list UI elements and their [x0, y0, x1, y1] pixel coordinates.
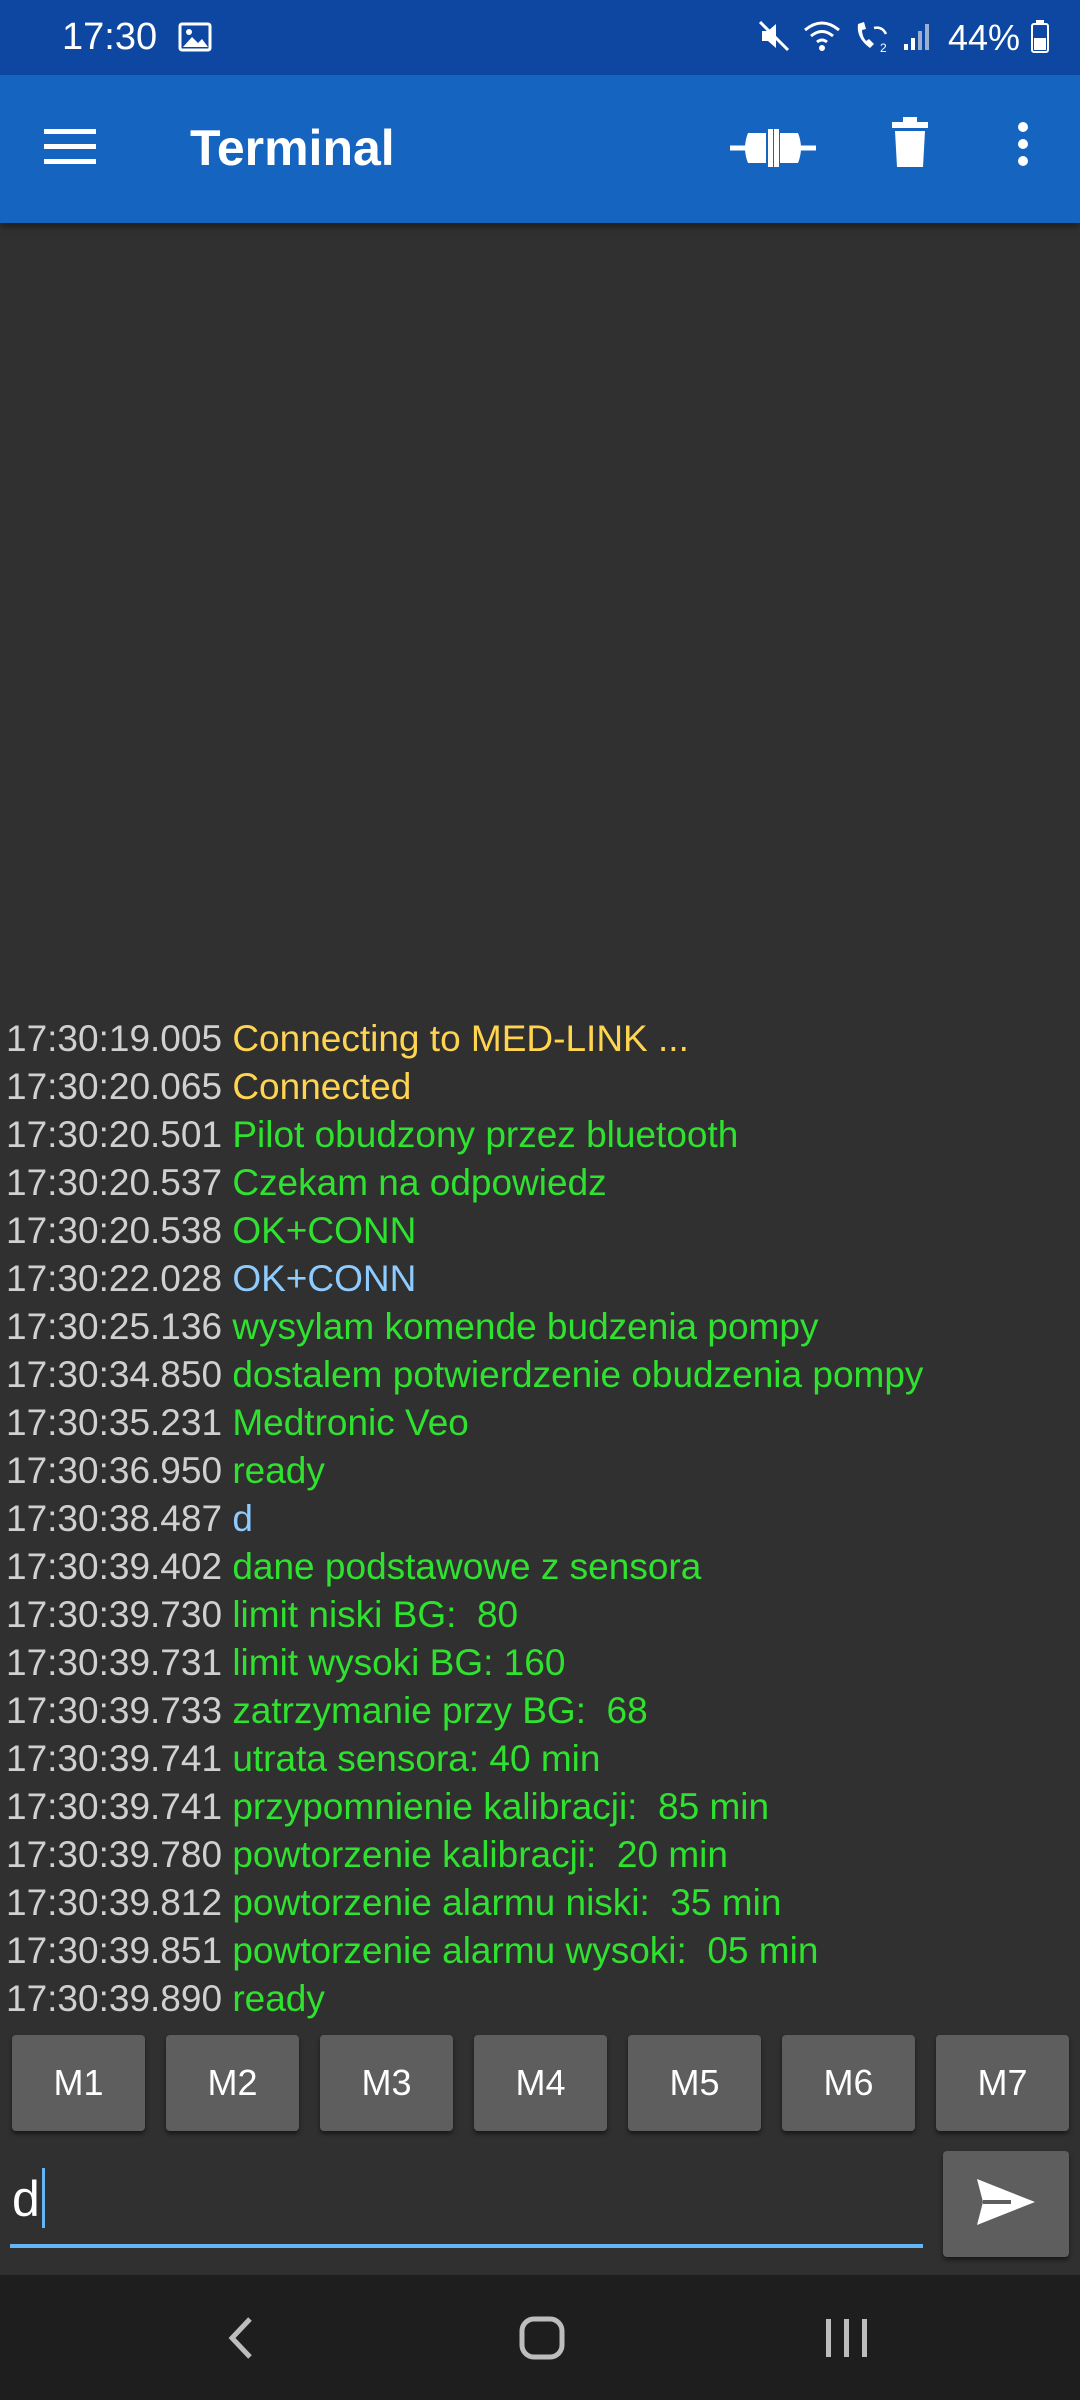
page-title: Terminal: [190, 120, 395, 176]
home-icon[interactable]: [518, 2313, 566, 2368]
log-message: dane podstawowe z sensora: [232, 1546, 702, 1587]
log-message: Pilot obudzony przez bluetooth: [232, 1114, 739, 1155]
mute-icon: [756, 18, 792, 59]
connect-icon[interactable]: [728, 123, 818, 178]
macro-button-m6[interactable]: M6: [782, 2035, 915, 2131]
status-icons: 2 44%: [756, 12, 1050, 64]
log-line: 17:30:39.890 ready: [6, 1975, 1076, 2023]
trash-icon[interactable]: [890, 117, 930, 174]
battery-icon: [1030, 18, 1050, 59]
log-timestamp: 17:30:34.850: [6, 1354, 223, 1395]
log-timestamp: 17:30:39.741: [6, 1738, 223, 1779]
log-line: 17:30:22.028 OK+CONN: [6, 1255, 1076, 1303]
log-line: 17:30:38.487 d: [6, 1495, 1076, 1543]
macro-button-m2[interactable]: M2: [166, 2035, 299, 2131]
log-message: OK+CONN: [232, 1210, 417, 1251]
log-message: Czekam na odpowiedz: [232, 1162, 607, 1203]
log-timestamp: 17:30:20.537: [6, 1162, 223, 1203]
log-timestamp: 17:30:39.731: [6, 1642, 223, 1683]
log-line: 17:30:39.733 zatrzymanie przy BG: 68: [6, 1687, 1076, 1735]
log-timestamp: 17:30:20.538: [6, 1210, 223, 1251]
terminal-output[interactable]: 17:30:19.005 Connecting to MED-LINK ... 1…: [6, 1015, 1076, 2023]
app-bar: Terminal: [0, 75, 1080, 223]
log-timestamp: 17:30:25.136: [6, 1306, 223, 1347]
recents-icon[interactable]: [822, 2315, 872, 2366]
log-timestamp: 17:30:22.028: [6, 1258, 223, 1299]
log-line: 17:30:25.136 wysylam komende budzenia po…: [6, 1303, 1076, 1351]
log-line: 17:30:39.730 limit niski BG: 80: [6, 1591, 1076, 1639]
macro-button-m4[interactable]: M4: [474, 2035, 607, 2131]
macro-button-row: M1 M2 M3 M4 M5 M6 M7: [12, 2035, 1070, 2131]
log-line: 17:30:39.780 powtorzenie kalibracji: 20 …: [6, 1831, 1076, 1879]
log-message: limit wysoki BG: 160: [232, 1642, 566, 1683]
log-timestamp: 17:30:39.402: [6, 1546, 223, 1587]
log-message: dostalem potwierdzenie obudzenia pompy: [232, 1354, 924, 1395]
log-line: 17:30:35.231 Medtronic Veo: [6, 1399, 1076, 1447]
wifi-icon: [802, 18, 842, 59]
status-bar: 17:30 2 44%: [0, 0, 1080, 75]
log-timestamp: 17:30:20.501: [6, 1114, 223, 1155]
log-line: 17:30:39.741 przypomnienie kalibracji: 8…: [6, 1783, 1076, 1831]
gallery-icon: [178, 22, 212, 57]
log-timestamp: 17:30:20.065: [6, 1066, 223, 1107]
svg-text:2: 2: [880, 41, 887, 54]
log-line: 17:30:19.005 Connecting to MED-LINK ...: [6, 1015, 1076, 1063]
log-timestamp: 17:30:39.733: [6, 1690, 223, 1731]
send-button[interactable]: [943, 2151, 1069, 2257]
log-message: Connecting to MED-LINK ...: [232, 1018, 689, 1059]
log-line: 17:30:34.850 dostalem potwierdzenie obud…: [6, 1351, 1076, 1399]
log-timestamp: 17:30:36.950: [6, 1450, 223, 1491]
menu-icon[interactable]: [44, 127, 96, 172]
command-input[interactable]: d: [10, 2160, 923, 2248]
log-message: Connected: [232, 1066, 412, 1107]
log-timestamp: 17:30:39.812: [6, 1882, 223, 1923]
macro-button-m1[interactable]: M1: [12, 2035, 145, 2131]
log-line: 17:30:39.812 powtorzenie alarmu niski: 3…: [6, 1879, 1076, 1927]
log-line: 17:30:39.731 limit wysoki BG: 160: [6, 1639, 1076, 1687]
macro-button-m3[interactable]: M3: [320, 2035, 453, 2131]
log-line: 17:30:36.950 ready: [6, 1447, 1076, 1495]
log-timestamp: 17:30:38.487: [6, 1498, 223, 1539]
signal-icon: [902, 18, 932, 59]
log-message: przypomnienie kalibracji: 85 min: [232, 1786, 770, 1827]
log-line: 17:30:20.538 OK+CONN: [6, 1207, 1076, 1255]
log-message: limit niski BG: 80: [232, 1594, 519, 1635]
log-timestamp: 17:30:19.005: [6, 1018, 223, 1059]
log-message: powtorzenie alarmu wysoki: 05 min: [232, 1930, 819, 1971]
battery-percentage: 44%: [947, 17, 1020, 58]
log-line: 17:30:20.537 Czekam na odpowiedz: [6, 1159, 1076, 1207]
log-message: OK+CONN: [232, 1258, 417, 1299]
log-timestamp: 17:30:35.231: [6, 1402, 223, 1443]
log-line: 17:30:20.065 Connected: [6, 1063, 1076, 1111]
send-icon: [975, 2177, 1037, 2232]
more-vert-icon[interactable]: [1008, 119, 1038, 174]
log-timestamp: 17:30:39.741: [6, 1786, 223, 1827]
log-message: d: [232, 1498, 253, 1539]
log-timestamp: 17:30:39.730: [6, 1594, 223, 1635]
log-message: Medtronic Veo: [232, 1402, 469, 1443]
system-nav-bar: [0, 2275, 1080, 2400]
macro-button-m5[interactable]: M5: [628, 2035, 761, 2131]
macro-button-m7[interactable]: M7: [936, 2035, 1069, 2131]
log-line: 17:30:39.741 utrata sensora: 40 min: [6, 1735, 1076, 1783]
command-input-value: d: [12, 2171, 40, 2227]
text-cursor: [41, 2168, 45, 2228]
log-message: ready: [232, 1450, 325, 1491]
log-message: ready: [232, 1978, 325, 2019]
log-message: zatrzymanie przy BG: 68: [232, 1690, 648, 1731]
log-line: 17:30:39.851 powtorzenie alarmu wysoki: …: [6, 1927, 1076, 1975]
status-time: 17:30: [62, 16, 158, 58]
log-timestamp: 17:30:39.780: [6, 1834, 223, 1875]
log-message: wysylam komende budzenia pompy: [232, 1306, 819, 1347]
log-timestamp: 17:30:39.851: [6, 1930, 223, 1971]
log-message: powtorzenie kalibracji: 20 min: [232, 1834, 728, 1875]
log-timestamp: 17:30:39.890: [6, 1978, 223, 2019]
log-message: utrata sensora: 40 min: [232, 1738, 601, 1779]
back-icon[interactable]: [222, 2313, 262, 2368]
wifi-calling-icon: 2: [852, 18, 892, 59]
log-line: 17:30:20.501 Pilot obudzony przez blueto…: [6, 1111, 1076, 1159]
log-message: powtorzenie alarmu niski: 35 min: [232, 1882, 782, 1923]
log-line: 17:30:39.402 dane podstawowe z sensora: [6, 1543, 1076, 1591]
